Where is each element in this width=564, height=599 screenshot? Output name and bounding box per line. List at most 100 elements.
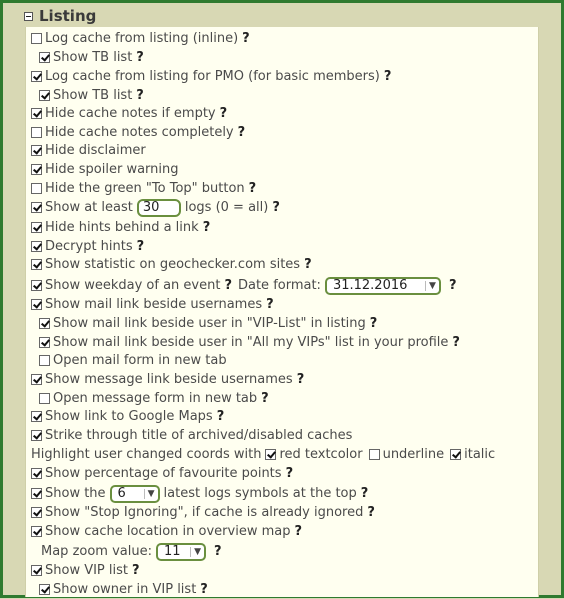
option-vip-list[interactable]: Show VIP list ? bbox=[31, 561, 140, 580]
latest-logs-select[interactable]: 6 ▼ bbox=[109, 484, 160, 503]
help-icon[interactable]: ? bbox=[384, 69, 392, 84]
option-google-maps[interactable]: Show link to Google Maps ? bbox=[31, 407, 224, 426]
help-icon[interactable]: ? bbox=[238, 125, 246, 140]
checkbox-message-new-tab[interactable] bbox=[39, 393, 50, 404]
checkbox-mail-all-vips[interactable] bbox=[39, 337, 50, 348]
label-show-tb-2: Show TB list bbox=[53, 88, 133, 103]
help-icon[interactable]: ? bbox=[304, 257, 312, 272]
help-icon[interactable]: ? bbox=[286, 466, 294, 481]
checkbox-mail-vip-list[interactable] bbox=[39, 318, 50, 329]
help-icon[interactable]: ? bbox=[224, 278, 232, 293]
checkbox-hide-spoiler[interactable] bbox=[31, 164, 42, 175]
checkbox-latest-logs[interactable] bbox=[31, 488, 42, 499]
label-italic: italic bbox=[464, 447, 496, 462]
help-icon[interactable]: ? bbox=[137, 239, 145, 254]
help-icon[interactable]: ? bbox=[203, 220, 211, 235]
help-icon[interactable]: ? bbox=[242, 31, 250, 46]
option-mail-vip-list[interactable]: Show mail link beside user in "VIP-List"… bbox=[39, 314, 377, 333]
label-latest-logs-post: latest logs symbols at the top bbox=[163, 486, 357, 501]
checkbox-message-link[interactable] bbox=[31, 374, 42, 385]
checkbox-google-maps[interactable] bbox=[31, 411, 42, 422]
help-icon[interactable]: ? bbox=[297, 372, 305, 387]
option-show-tb-2[interactable]: Show TB list ? bbox=[39, 86, 144, 105]
help-icon[interactable]: ? bbox=[367, 505, 375, 520]
checkbox-vip-list[interactable] bbox=[31, 565, 42, 576]
option-hide-notes-empty[interactable]: Hide cache notes if empty ? bbox=[31, 104, 227, 123]
checkbox-show-tb-2[interactable] bbox=[39, 90, 50, 101]
option-mail-link[interactable]: Show mail link beside usernames ? bbox=[31, 295, 274, 314]
checkbox-show-at-least[interactable] bbox=[31, 202, 42, 213]
option-message-new-tab[interactable]: Open message form in new tab ? bbox=[39, 389, 269, 408]
option-decrypt-hints[interactable]: Decrypt hints ? bbox=[31, 237, 144, 256]
checkbox-hide-notes-empty[interactable] bbox=[31, 108, 42, 119]
help-icon[interactable]: ? bbox=[214, 544, 222, 559]
help-icon[interactable]: ? bbox=[449, 278, 457, 293]
help-icon[interactable]: ? bbox=[361, 486, 369, 501]
checkbox-hide-notes-completely[interactable] bbox=[31, 127, 42, 138]
label-underline: underline bbox=[382, 447, 445, 462]
checkbox-mail-link[interactable] bbox=[31, 299, 42, 310]
checkbox-decrypt-hints[interactable] bbox=[31, 241, 42, 252]
checkbox-log-inline[interactable] bbox=[31, 33, 42, 44]
option-cache-location[interactable]: Show cache location in overview map ? bbox=[31, 522, 302, 541]
checkbox-cache-location[interactable] bbox=[31, 526, 42, 537]
checkbox-red-textcolor[interactable] bbox=[265, 449, 277, 460]
help-icon[interactable]: ? bbox=[266, 297, 274, 312]
option-fav-percentage[interactable]: Show percentage of favourite points ? bbox=[31, 464, 293, 483]
help-icon[interactable]: ? bbox=[452, 335, 460, 350]
checkbox-stop-ignoring[interactable] bbox=[31, 507, 42, 518]
checkbox-owner-vip[interactable] bbox=[39, 584, 50, 595]
option-mail-all-vips[interactable]: Show mail link beside user in "All my VI… bbox=[39, 333, 460, 352]
option-hide-notes-completely[interactable]: Hide cache notes completely ? bbox=[31, 123, 245, 142]
checkbox-log-pmo[interactable] bbox=[31, 71, 42, 82]
checkbox-italic[interactable] bbox=[450, 449, 462, 460]
option-show-tb-1[interactable]: Show TB list ? bbox=[39, 48, 144, 67]
help-icon[interactable]: ? bbox=[370, 316, 378, 331]
option-log-pmo[interactable]: Log cache from listing for PMO (for basi… bbox=[31, 67, 391, 86]
option-strike-archived[interactable]: Strike through title of archived/disable… bbox=[31, 426, 352, 445]
option-stop-ignoring[interactable]: Show "Stop Ignoring", if cache is alread… bbox=[31, 503, 375, 522]
option-show-at-least[interactable]: Show at least 30 logs (0 = all) ? bbox=[31, 198, 280, 217]
checkbox-fav-percentage[interactable] bbox=[31, 468, 42, 479]
label-owner-vip: Show owner in VIP list bbox=[53, 582, 197, 597]
checkbox-hide-hints[interactable] bbox=[31, 222, 42, 233]
checkbox-show-weekday[interactable] bbox=[31, 280, 42, 291]
help-icon[interactable]: ? bbox=[261, 391, 269, 406]
help-icon[interactable]: ? bbox=[272, 200, 280, 215]
option-show-statistic[interactable]: Show statistic on geochecker.com sites ? bbox=[31, 255, 312, 274]
checkbox-strike-archived[interactable] bbox=[31, 430, 42, 441]
checkbox-show-tb-1[interactable] bbox=[39, 52, 50, 63]
section-title: Listing bbox=[39, 7, 97, 25]
checkbox-mail-new-tab[interactable] bbox=[39, 355, 50, 366]
checkbox-hide-top-button[interactable] bbox=[31, 183, 42, 194]
option-latest-logs[interactable]: Show the 6 ▼ latest logs symbols at the … bbox=[31, 484, 368, 503]
option-show-weekday[interactable]: Show weekday of an event ? Date format: … bbox=[31, 276, 457, 295]
help-icon[interactable]: ? bbox=[136, 50, 144, 65]
help-icon[interactable]: ? bbox=[200, 582, 208, 597]
option-hide-spoiler[interactable]: Hide spoiler warning bbox=[31, 160, 179, 179]
checkbox-show-statistic[interactable] bbox=[31, 259, 42, 270]
option-hide-top-button[interactable]: Hide the green "To Top" button ? bbox=[31, 179, 256, 198]
help-icon[interactable]: ? bbox=[294, 524, 302, 539]
collapse-icon[interactable] bbox=[24, 11, 33, 21]
label-hide-notes-completely: Hide cache notes completely bbox=[45, 125, 234, 140]
checkbox-underline[interactable] bbox=[368, 449, 380, 460]
option-owner-vip[interactable]: Show owner in VIP list ? bbox=[39, 580, 208, 599]
help-icon[interactable]: ? bbox=[220, 106, 228, 121]
label-cache-location: Show cache location in overview map bbox=[45, 524, 291, 539]
label-latest-logs-pre: Show the bbox=[45, 486, 106, 501]
checkbox-hide-disclaimer[interactable] bbox=[31, 145, 42, 156]
option-mail-new-tab[interactable]: Open mail form in new tab bbox=[39, 351, 227, 370]
option-log-inline[interactable]: Log cache from listing (inline) ? bbox=[31, 29, 250, 48]
option-message-link[interactable]: Show message link beside usernames ? bbox=[31, 370, 304, 389]
logs-count-input[interactable]: 30 bbox=[136, 198, 181, 217]
help-icon[interactable]: ? bbox=[217, 409, 225, 424]
help-icon[interactable]: ? bbox=[136, 88, 144, 103]
section-header[interactable]: Listing bbox=[24, 6, 96, 26]
date-format-select[interactable]: 31.12.2016 ▼ bbox=[324, 276, 441, 295]
option-hide-hints[interactable]: Hide hints behind a link ? bbox=[31, 218, 210, 237]
option-hide-disclaimer[interactable]: Hide disclaimer bbox=[31, 141, 146, 160]
help-icon[interactable]: ? bbox=[249, 181, 257, 196]
map-zoom-select[interactable]: 11 ▼ bbox=[155, 542, 206, 561]
help-icon[interactable]: ? bbox=[132, 563, 140, 578]
